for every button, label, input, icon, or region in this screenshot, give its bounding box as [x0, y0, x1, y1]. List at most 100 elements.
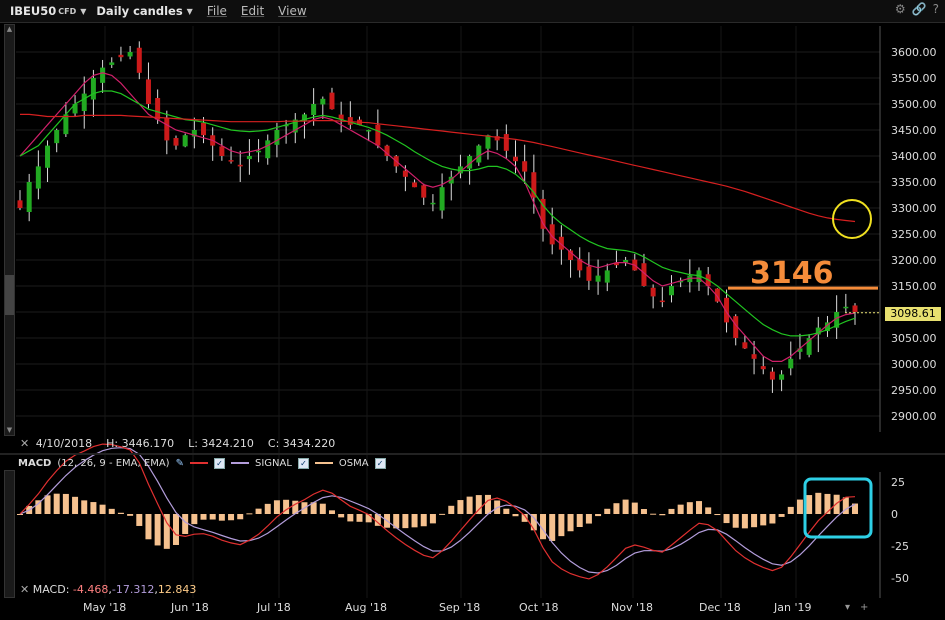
- osma-bar: [723, 514, 730, 524]
- candle-body: [35, 166, 41, 189]
- add-icon[interactable]: +: [860, 602, 868, 613]
- osma-bar: [154, 514, 161, 546]
- edit-icon[interactable]: ✎: [176, 458, 184, 469]
- macd-line-swatch: [189, 462, 208, 464]
- macd-y-tick-label: 0: [891, 508, 898, 521]
- macd-value: -4.468: [72, 583, 109, 596]
- macd-values-label: MACD:: [32, 583, 70, 596]
- osma-bar: [319, 503, 326, 514]
- osma-bar: [53, 493, 60, 514]
- panel-divider[interactable]: [0, 453, 945, 455]
- candle-body: [503, 134, 509, 151]
- osma-bar: [613, 503, 620, 514]
- osma-bar: [402, 514, 409, 529]
- osma-bar: [228, 514, 235, 521]
- candle-body: [421, 185, 427, 198]
- close-icon[interactable]: ✕: [20, 437, 29, 450]
- macd-values: ✕ MACD: -4.468,-17.312,12.843: [20, 583, 197, 596]
- highlight-circle: [832, 199, 872, 239]
- macd-header: MACD (12, 26, 9 - EMA, EMA) ✎ ✓ SIGNAL ✓…: [18, 456, 918, 470]
- candle-body: [155, 98, 161, 120]
- candle-body: [485, 135, 491, 149]
- candle-body: [402, 170, 408, 177]
- osma-bar: [117, 512, 124, 514]
- osma-bar: [622, 499, 629, 514]
- candle-body: [595, 275, 601, 282]
- candle-body: [265, 140, 271, 159]
- chevron-down-icon[interactable]: ▾: [845, 602, 850, 613]
- close-icon[interactable]: ✕: [20, 583, 29, 596]
- osma-bar: [127, 514, 134, 516]
- osma-bar: [439, 513, 446, 515]
- osma-bar: [595, 514, 602, 517]
- candle-body: [586, 266, 592, 281]
- y-tick-label: 3050.00: [891, 332, 937, 345]
- candle-body: [118, 54, 124, 58]
- osma-bar: [604, 508, 611, 514]
- x-tick-label: Jun '18: [171, 601, 209, 614]
- candle-body: [476, 145, 482, 163]
- signal-line-swatch: [230, 462, 249, 464]
- osma-bar: [191, 514, 198, 525]
- osma-bar: [172, 514, 179, 545]
- macd-params: (12, 26, 9 - EMA, EMA): [57, 457, 170, 469]
- candlestick-chart[interactable]: 3600.00 3550.00 3500.00 3450.00 3400.00 3350.…: [0, 0, 945, 620]
- candle-body: [45, 145, 51, 168]
- osma-bar: [778, 514, 785, 517]
- y-tick-label: 3550.00: [891, 72, 937, 85]
- candle-body: [17, 200, 23, 208]
- candle-body: [742, 342, 748, 349]
- candle-body: [531, 172, 537, 198]
- osma-bar: [769, 514, 776, 524]
- y-tick-label: 3350.00: [891, 176, 937, 189]
- osma-bar: [787, 506, 794, 514]
- osma-bar: [576, 514, 583, 528]
- candle-body: [136, 47, 142, 73]
- ema-fast-line: [19, 72, 856, 362]
- x-tick-label: Aug '18: [345, 601, 387, 614]
- osma-bar: [659, 514, 666, 516]
- y-tick-label: 3450.00: [891, 124, 937, 137]
- osma-bar: [145, 514, 152, 540]
- x-tick-label: May '18: [83, 601, 127, 614]
- osma-bar: [806, 495, 813, 514]
- info-close: C: 3434.220: [267, 437, 336, 450]
- candle-body: [182, 135, 188, 147]
- osma-bar: [356, 514, 363, 522]
- osma-visible-checkbox[interactable]: ✓: [374, 457, 386, 469]
- y-tick-label: 3500.00: [891, 98, 937, 111]
- candle-body: [668, 286, 674, 296]
- y-tick-label: 3150.00: [891, 280, 937, 293]
- osma-bar: [705, 507, 712, 514]
- osma-bar: [677, 504, 684, 514]
- osma-bar: [328, 510, 335, 514]
- osma-bar: [732, 514, 739, 528]
- osma-bar: [558, 514, 565, 537]
- ema-mid-line: [19, 90, 856, 337]
- osma-bar: [411, 514, 418, 528]
- osma-bar: [81, 500, 88, 514]
- candle-body: [201, 122, 207, 136]
- macd-title: MACD: [18, 457, 52, 469]
- candle-body: [219, 146, 225, 156]
- osma-bar: [62, 493, 69, 514]
- osma-bar: [246, 513, 253, 515]
- candle-body: [779, 374, 785, 380]
- osma-bar: [567, 514, 574, 532]
- x-tick-label: Oct '18: [519, 601, 559, 614]
- candle-body: [412, 182, 418, 188]
- osma-bar: [200, 514, 207, 520]
- macd-visible-checkbox[interactable]: ✓: [213, 457, 225, 469]
- osma-bar: [503, 508, 510, 514]
- y-tick-label: 3300.00: [891, 202, 937, 215]
- ohlc-info: ✕ 4/10/2018 H: 3446.170 L: 3424.210 C: 3…: [20, 437, 335, 450]
- candle-body: [751, 354, 757, 359]
- osma-bar: [696, 501, 703, 514]
- osma-bar: [484, 494, 491, 514]
- signal-visible-checkbox[interactable]: ✓: [297, 457, 309, 469]
- candle-body: [173, 138, 179, 146]
- candle-body: [100, 67, 106, 83]
- macd-y-tick-label: 25: [891, 476, 905, 489]
- candle-body: [54, 130, 60, 144]
- current-price-tag: 3098.61: [885, 307, 941, 321]
